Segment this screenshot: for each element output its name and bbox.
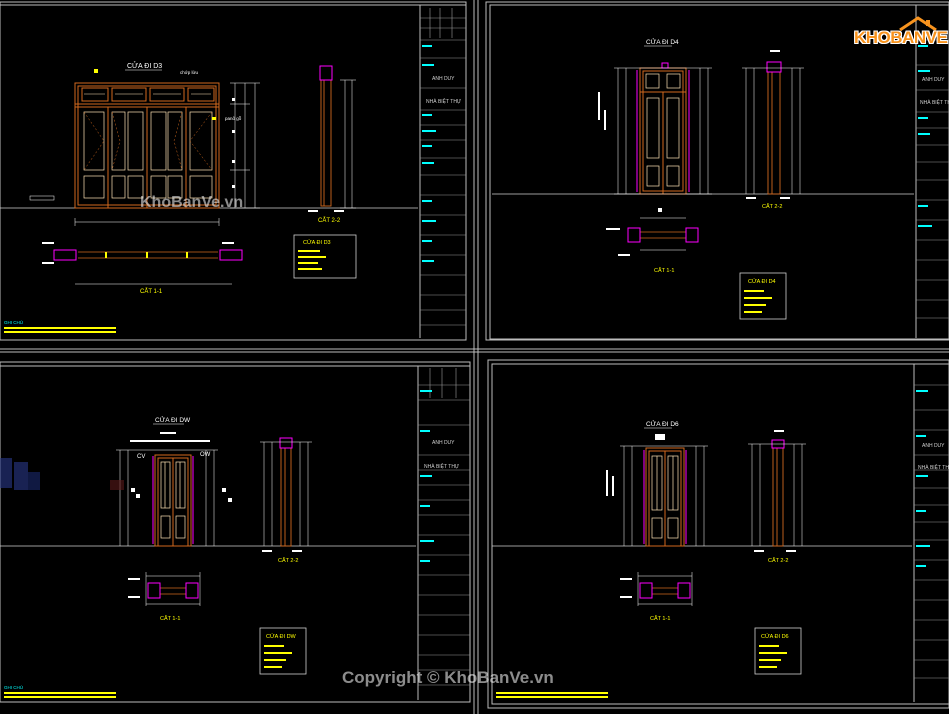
dw-section-b: CẮT 2-2	[278, 556, 298, 564]
d3-label-side: panô gỗ	[225, 115, 242, 121]
d3-note: GHI CHÚ	[4, 319, 23, 325]
d4-legend-title: CỬA ĐI D4	[748, 278, 776, 285]
dw-section-a: CẮT 1-1	[160, 614, 180, 622]
d4-section-a: CẮT 1-1	[654, 266, 674, 274]
tb-owner-tr: ANH DUY	[922, 77, 945, 83]
center-watermark: KhoBanVe.vn	[140, 194, 244, 211]
d6-section-a: CẮT 1-1	[650, 614, 670, 622]
tb-owner-tl: ANH DUY	[432, 76, 455, 82]
d3-section-a: CẮT 1-1	[140, 287, 163, 295]
d6-title: CỬA ĐI D6	[646, 419, 679, 428]
d4-section-b: CẮT 2-2	[762, 202, 782, 210]
cad-drawing-canvas: ANH DUY NHÀ BIỆT THỰ ANH DUY NHÀ BIỆT TH…	[0, 0, 949, 714]
logo-text: KHOBANVE	[854, 28, 948, 47]
dw-note: GHI CHÚ	[4, 684, 23, 690]
d3-label-top: chớp lửu	[180, 69, 198, 75]
tb-project-tr: NHÀ BIỆT THỰ	[920, 98, 949, 106]
copyright-watermark: Copyright © KhoBanVe.vn	[342, 668, 554, 687]
tb-owner-br: ANH DUY	[922, 443, 945, 449]
tb-project-tl: NHÀ BIỆT THỰ	[426, 97, 462, 105]
d4-title: CỬA ĐI D4	[646, 37, 679, 46]
tb-project-bl: NHÀ BIỆT THỰ	[424, 462, 460, 470]
dw-label-left: CV	[137, 454, 145, 460]
d3-title: CỬA ĐI D3	[127, 61, 162, 70]
dw-title: CỬA ĐI DW	[155, 415, 191, 424]
tb-owner-bl: ANH DUY	[432, 440, 455, 446]
dw-label-right: OW	[200, 452, 211, 458]
d6-section-b: CẮT 2-2	[768, 556, 788, 564]
dw-legend-title: CỬA ĐI DW	[266, 633, 297, 640]
tb-project-br: NHÀ BIỆT THỰ	[918, 463, 949, 471]
khobanve-logo: KHOBANVE	[850, 14, 948, 54]
d3-section-b: CẮT 2-2	[318, 216, 341, 224]
d3-legend-title: CỬA ĐI D3	[303, 239, 331, 246]
d6-legend-title: CỬA ĐI D6	[761, 633, 789, 640]
